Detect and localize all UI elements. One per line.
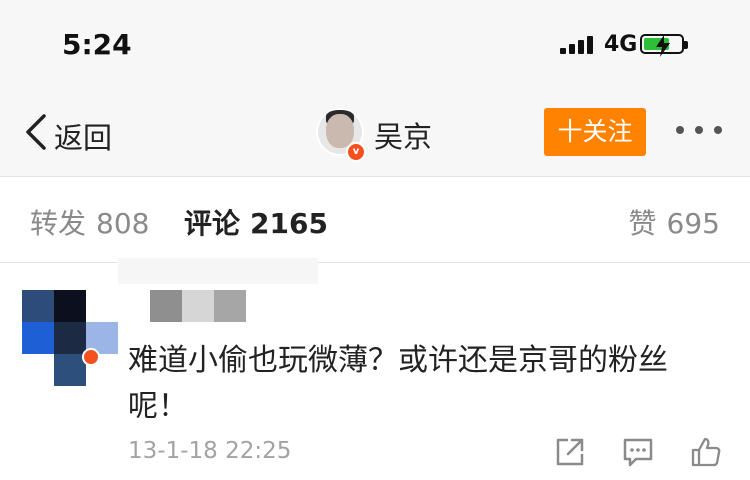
header: 5:24 4G 返回 v 吴京 十关注 bbox=[0, 0, 750, 176]
reply-icon[interactable] bbox=[622, 436, 654, 468]
commenter-badge-icon bbox=[82, 348, 100, 366]
more-dots-icon[interactable] bbox=[676, 126, 722, 136]
tab-likes-label: 赞 bbox=[628, 207, 657, 240]
tab-likes[interactable]: 赞 695 bbox=[629, 202, 720, 242]
tab-reposts-count: 808 bbox=[96, 207, 150, 240]
divider bbox=[0, 176, 750, 177]
divider bbox=[0, 262, 750, 263]
back-label: 返回 bbox=[54, 121, 113, 155]
share-icon[interactable] bbox=[554, 436, 586, 468]
chevron-left-icon bbox=[26, 114, 46, 150]
verified-badge-icon: v bbox=[346, 142, 366, 162]
tab-comments[interactable]: 评论 2165 bbox=[184, 202, 328, 242]
tab-comments-count: 2165 bbox=[250, 207, 328, 240]
battery-icon bbox=[640, 34, 684, 57]
signal-icon bbox=[560, 36, 598, 54]
tab-reposts-label: 转发 bbox=[30, 207, 87, 240]
commenter-avatar[interactable] bbox=[22, 290, 118, 386]
follow-button[interactable]: 十关注 bbox=[544, 108, 646, 156]
profile-name[interactable]: 吴京 bbox=[374, 114, 432, 156]
tab-likes-count: 695 bbox=[666, 207, 720, 240]
network-type: 4G bbox=[604, 32, 638, 57]
tab-comments-label: 评论 bbox=[184, 207, 241, 240]
battery-cap bbox=[684, 41, 688, 49]
tab-reposts[interactable]: 转发 808 bbox=[30, 202, 149, 242]
like-icon[interactable] bbox=[690, 436, 722, 468]
comment-timestamp: 13-1-18 22:25 bbox=[128, 438, 292, 464]
commenter-name[interactable] bbox=[118, 258, 318, 322]
comment-text: 难道小偷也玩微薄？或许还是京哥的粉丝呢！ bbox=[128, 343, 668, 424]
status-time: 5:24 bbox=[62, 28, 132, 61]
